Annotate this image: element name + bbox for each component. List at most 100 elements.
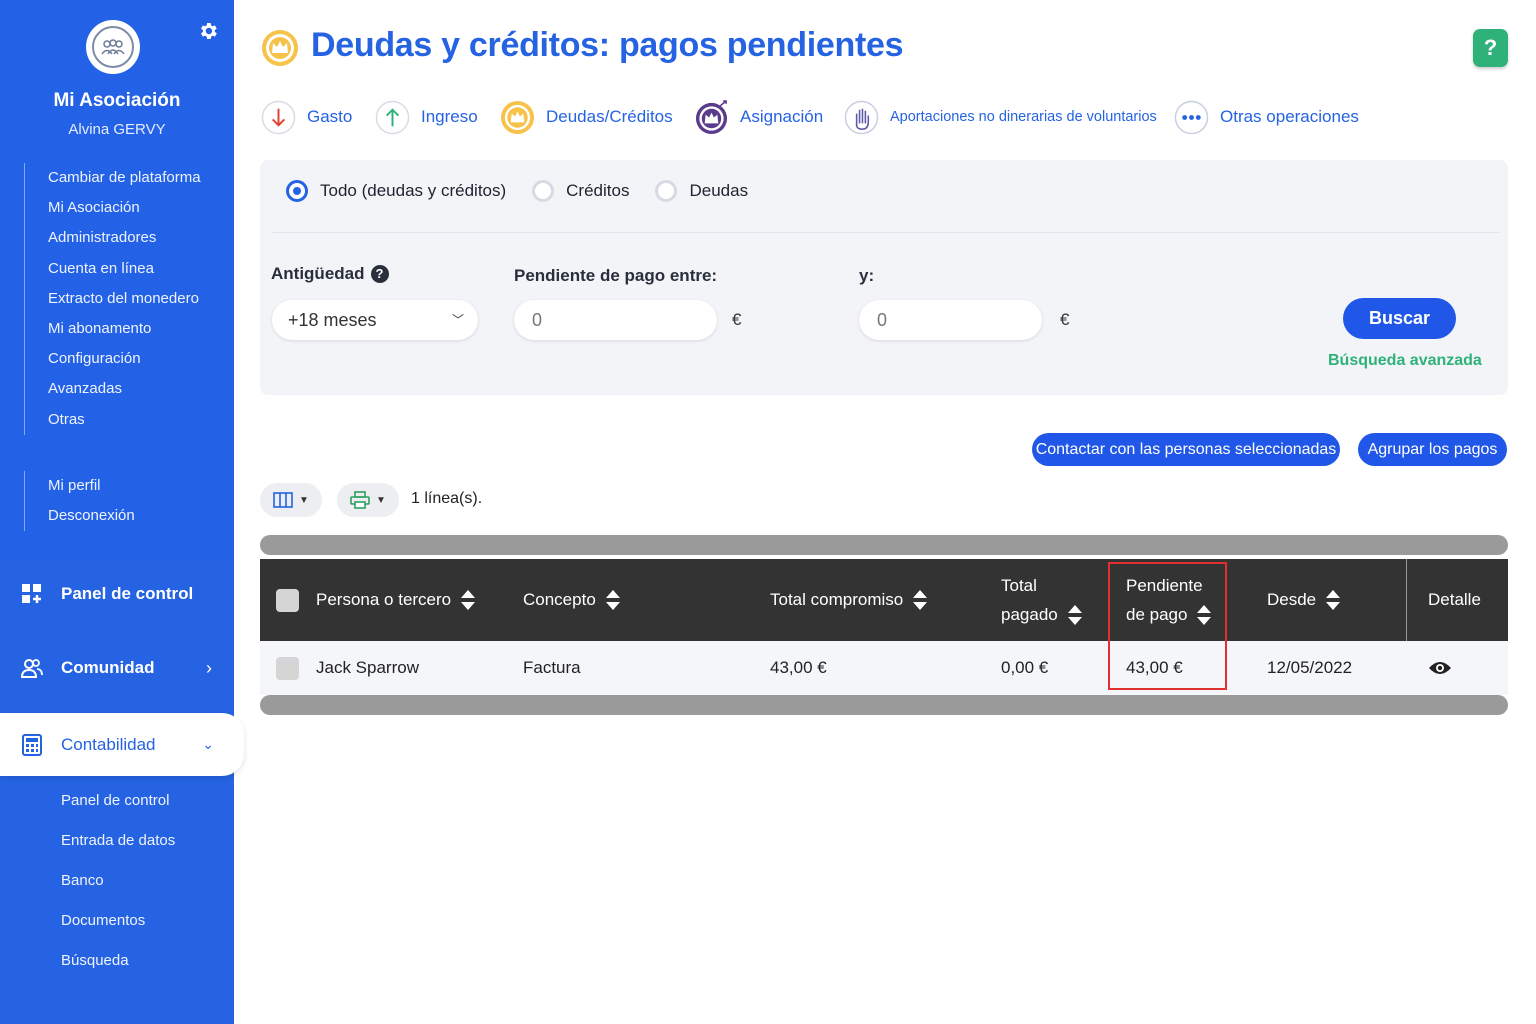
hand-icon [844, 100, 879, 134]
community-icon [21, 659, 43, 678]
sort-icon[interactable] [1067, 604, 1082, 625]
radio-todo[interactable]: Todo (deudas y créditos) [286, 180, 506, 202]
col-persona[interactable]: Persona o tercero [316, 559, 476, 641]
op-asignacion[interactable]: Asignación [694, 97, 823, 137]
submenu-item[interactable]: Búsqueda [61, 941, 175, 981]
radio-deudas[interactable]: Deudas [655, 180, 748, 202]
contact-selected-button[interactable]: Contactar con las personas seleccionadas [1032, 433, 1340, 466]
association-avatar[interactable] [86, 20, 140, 74]
arrow-up-icon [375, 100, 410, 134]
crown-arrow-icon [695, 99, 728, 134]
op-label: Gasto [307, 107, 353, 126]
chevron-down-icon: ﹀ [451, 313, 464, 327]
select-all-checkbox-cell [276, 559, 299, 641]
antiguedad-select[interactable]: +18 meses ﹀ [272, 300, 478, 340]
nav-contabilidad[interactable]: Contabilidad ⌄ [0, 713, 244, 776]
col-label: Persona o tercero [316, 590, 452, 609]
op-label: Aportaciones no dinerarias de voluntario… [890, 109, 1157, 125]
menu-item[interactable]: Mi Asociación [25, 193, 201, 223]
help-button[interactable]: ? [1473, 29, 1508, 67]
op-ingreso[interactable]: Ingreso [375, 97, 478, 137]
op-otras[interactable]: Otras operaciones [1174, 97, 1359, 137]
pendiente-highlight-box [1108, 562, 1227, 690]
print-button[interactable]: ▼ [337, 483, 399, 517]
horizontal-scrollbar-bottom[interactable] [260, 695, 1508, 715]
nav-comunidad[interactable]: Comunidad › [0, 637, 234, 699]
menu-item[interactable]: Cuenta en línea [25, 254, 201, 284]
sort-icon[interactable] [605, 590, 620, 610]
columns-button[interactable]: ▼ [260, 483, 322, 517]
submenu-item[interactable]: Banco [61, 861, 175, 901]
submenu-item[interactable]: Panel de control [61, 781, 175, 821]
min-amount-input[interactable] [514, 300, 717, 340]
menu-item-profile[interactable]: Mi perfil [25, 471, 135, 501]
radio-creditos[interactable]: Créditos [532, 180, 629, 202]
col-desde[interactable]: Desde [1267, 559, 1341, 641]
eye-icon [1429, 662, 1451, 674]
advanced-search-link[interactable]: Búsqueda avanzada [1328, 352, 1482, 370]
menu-item[interactable]: Extracto del monedero [25, 284, 201, 314]
user-name: Alvina GERVY [68, 121, 166, 138]
menu-item-logout[interactable]: Desconexión [25, 501, 135, 531]
select-all-checkbox[interactable] [276, 588, 299, 612]
menu-item[interactable]: Configuración [25, 344, 201, 374]
crown-icon [262, 30, 298, 66]
menu-item[interactable]: Cambiar de plataforma [25, 163, 201, 193]
op-gasto[interactable]: Gasto [261, 97, 352, 137]
search-button[interactable]: Buscar [1343, 298, 1456, 339]
col-label: Detalle [1428, 590, 1481, 609]
horizontal-scrollbar-top[interactable] [260, 535, 1508, 555]
radio-button[interactable] [532, 180, 555, 202]
cell-concepto: Factura [523, 658, 581, 677]
group-payments-button[interactable]: Agrupar los pagos [1358, 433, 1507, 466]
radio-label: Créditos [566, 181, 630, 200]
caret-down-icon: ▼ [299, 494, 309, 506]
nav-label: Panel de control [61, 584, 194, 603]
group-icon [92, 26, 134, 68]
col-concepto[interactable]: Concepto [523, 559, 620, 641]
view-detail-button[interactable] [1428, 641, 1452, 695]
col-label: pagado [1001, 605, 1058, 624]
sort-icon[interactable] [1326, 590, 1341, 610]
op-aportaciones[interactable]: Aportaciones no dinerarias de voluntario… [844, 97, 1157, 137]
radio-button-checked[interactable] [286, 180, 308, 202]
col-total-pagado[interactable]: Total pagado [1001, 559, 1082, 641]
table-header: Persona o tercero Concepto Total comprom… [260, 559, 1508, 641]
op-label: Otras operaciones [1220, 107, 1359, 126]
sort-icon[interactable] [913, 590, 928, 610]
menu-item[interactable]: Otras [25, 405, 201, 435]
row-checkbox[interactable] [276, 656, 299, 680]
col-label: Concepto [523, 590, 596, 609]
question-icon[interactable]: ? [370, 265, 389, 283]
cell-total-compromiso: 43,00 € [770, 658, 827, 677]
calculator-icon [22, 733, 42, 756]
op-deudas-creditos[interactable]: Deudas/Créditos [500, 97, 673, 137]
col-total-compromiso[interactable]: Total compromiso [770, 559, 928, 641]
cell-persona[interactable]: Jack Sparrow [316, 641, 419, 695]
menu-item[interactable]: Administradores [25, 223, 201, 253]
col-label: Desde [1267, 590, 1317, 609]
pendiente-label: Pendiente de pago entre: [514, 266, 718, 285]
sort-icon[interactable] [461, 590, 476, 610]
radio-label: Todo (deudas y créditos) [320, 181, 507, 200]
submenu-item[interactable]: Documentos [61, 901, 175, 941]
radio-label: Deudas [689, 181, 749, 200]
nav-label: Comunidad [61, 658, 155, 677]
printer-icon [350, 491, 370, 509]
menu-item[interactable]: Mi abonamento [25, 314, 201, 344]
row-checkbox-cell [276, 641, 299, 695]
antiguedad-label-text: Antigüedad [271, 264, 365, 283]
caret-down-icon: ▼ [376, 494, 386, 506]
op-label: Ingreso [421, 107, 478, 126]
radio-button[interactable] [655, 180, 678, 202]
op-label: Deudas/Créditos [546, 107, 673, 126]
op-label: Asignación [740, 107, 824, 126]
max-amount-input[interactable] [859, 300, 1042, 340]
menu-item[interactable]: Avanzadas [25, 374, 201, 404]
submenu-item[interactable]: Entrada de datos [61, 821, 175, 861]
col-detalle: Detalle [1428, 559, 1481, 641]
profile-menu: Mi perfil Desconexión [24, 471, 135, 532]
table-row[interactable]: Jack Sparrow Factura 43,00 € 0,00 € 43,0… [260, 641, 1508, 695]
gear-icon[interactable] [197, 20, 219, 42]
nav-panel-de-control[interactable]: Panel de control [0, 563, 234, 625]
